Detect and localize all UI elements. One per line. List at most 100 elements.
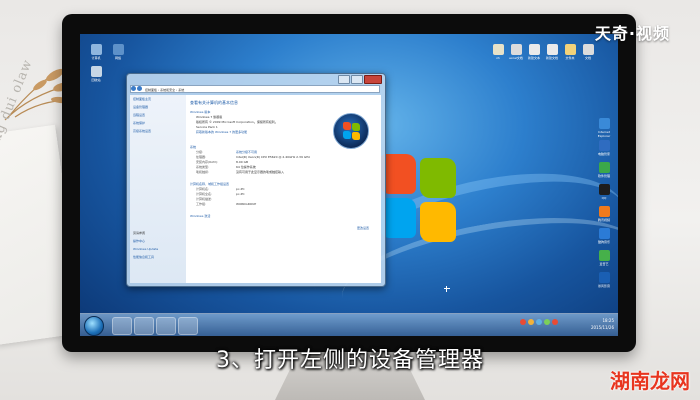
desktop-icon-right[interactable]: 软件管理 xyxy=(596,162,612,178)
window-body: 控制面板主页 设备管理器 远程设置 系统保护 高级系统设置 另请参阅 操作中心 … xyxy=(130,95,381,283)
desktop-icon-label: QQ xyxy=(601,196,607,200)
desktop-icon-right[interactable]: 腾讯视频 xyxy=(596,206,612,222)
activation-title: Windows 激活 xyxy=(190,214,211,218)
see-also-item[interactable]: Windows Update xyxy=(130,245,186,253)
row-value: 没有可用于此显示器的笔或触控输入 xyxy=(236,170,285,174)
desktop-icon-label: zh xyxy=(496,56,500,60)
desktop-icon-label: 软件管理 xyxy=(597,174,610,178)
desktop-icon-label: 新建文档 xyxy=(545,56,558,60)
window-titlebar[interactable] xyxy=(127,74,385,84)
desktop-icon-top[interactable]: 新建文档 xyxy=(544,44,560,60)
desktop-icon-label: 爱奇艺 xyxy=(599,262,609,266)
desktop-icon-label: 文件夹 xyxy=(565,56,575,60)
row-key: 处理器: xyxy=(196,155,207,159)
desktop-icon-right[interactable]: QQ xyxy=(596,184,612,200)
sidebar-item-advanced[interactable]: 高级系统设置 xyxy=(130,127,186,135)
system-row: 安装内存(RAM): 8.00 GB xyxy=(190,160,381,164)
row-value: Intel(R) Xeon(R) CPU E5620 @ 2.40GHz 2.3… xyxy=(236,155,310,159)
see-also-item[interactable]: 性能信息和工具 xyxy=(130,253,186,261)
pc-manager-icon xyxy=(598,140,610,151)
close-button[interactable] xyxy=(364,75,382,84)
storm-player-icon xyxy=(598,272,610,283)
desktop-icon-label: 暴风影音 xyxy=(597,284,610,288)
see-also-item[interactable]: 操作中心 xyxy=(130,237,186,245)
desktop-screen: 计算机 网络 回收站 zh excel文档 新建文本 新建文档 文件夹 文档 I… xyxy=(80,34,618,336)
taskbar-app-control-panel[interactable] xyxy=(178,317,198,335)
row-key: 计算机全名: xyxy=(196,192,213,196)
system-row: 系统类型: 64 位操作系统 xyxy=(190,165,381,169)
row-key: 系统类型: xyxy=(196,165,210,169)
desktop-icon-label: 文档 xyxy=(584,56,591,60)
desktop-icon-top[interactable]: 文件夹 xyxy=(562,44,578,60)
nav-arrows xyxy=(131,86,142,91)
back-icon[interactable] xyxy=(131,86,136,91)
system-row: 笔和触摸: 没有可用于此显示器的笔或触控输入 xyxy=(190,170,381,174)
start-button[interactable] xyxy=(84,316,104,336)
taskbar-app-ie[interactable] xyxy=(112,317,132,335)
network-icon xyxy=(112,44,124,55)
desktop-icon-label: Internet Explorer xyxy=(597,130,611,138)
system-properties-window[interactable]: 控制面板 › 系统和安全 › 系统 控制面板主页 设备管理器 远程设置 系统保护… xyxy=(126,73,386,287)
document-icon xyxy=(492,44,504,55)
document-icon xyxy=(582,44,594,55)
ie-icon xyxy=(598,118,610,129)
row-key: 计算机描述: xyxy=(196,197,213,201)
change-settings-link[interactable]: 更改设置 xyxy=(357,226,369,230)
clock[interactable]: 18:25 2015/11/26 xyxy=(534,317,614,333)
folder-icon xyxy=(564,44,576,55)
desktop-icon-recycle-bin[interactable]: 回收站 xyxy=(88,66,104,82)
desktop-icon-network[interactable]: 网络 xyxy=(110,44,126,60)
row-value[interactable]: 系统分级不可用 xyxy=(236,150,257,154)
address-bar[interactable]: 控制面板 › 系统和安全 › 系统 xyxy=(130,85,380,93)
qq-icon xyxy=(598,184,610,195)
sidebar-item-protection[interactable]: 系统保护 xyxy=(130,119,186,127)
subtitle-caption: 3、打开左侧的设备管理器 xyxy=(216,348,484,373)
desktop-icon-top[interactable]: zh xyxy=(490,44,506,60)
sidebar: 控制面板主页 设备管理器 远程设置 系统保护 高级系统设置 另请参阅 操作中心 … xyxy=(130,95,186,283)
row-value: 64 位操作系统 xyxy=(236,165,256,169)
desktop-icon-top[interactable]: excel文档 xyxy=(508,44,524,60)
sidebar-item-remote[interactable]: 远程设置 xyxy=(130,111,186,119)
windows-flag-wallpaper xyxy=(380,154,460,244)
computer-icon xyxy=(90,44,102,55)
desktop-icon-right[interactable]: 电脑管家 xyxy=(596,140,612,156)
iqiyi-icon xyxy=(598,250,610,261)
mouse-cursor-icon xyxy=(444,286,450,292)
content-pane: 查看有关计算机的基本信息 Windows 版本 Windows 7 旗舰版 版权… xyxy=(190,95,381,283)
computer-title: 计算机名称、域和工作组设置 xyxy=(190,182,230,186)
taskbar-app-explorer[interactable] xyxy=(134,317,154,335)
desktop-icon-top[interactable]: 文档 xyxy=(580,44,596,60)
document-icon xyxy=(510,44,522,55)
row-value: 8.00 GB xyxy=(236,160,249,164)
software-icon xyxy=(598,162,610,173)
sidebar-item-home[interactable]: 控制面板主页 xyxy=(130,95,186,103)
forward-icon[interactable] xyxy=(137,86,142,91)
computer-row: 计算机名: pc-PC xyxy=(190,187,381,191)
desktop-icon-label: 酷狗音乐 xyxy=(597,240,610,244)
row-value: pc-PC xyxy=(236,192,245,196)
video-icon xyxy=(598,206,610,217)
desktop-icon-right[interactable]: Internet Explorer xyxy=(596,118,612,138)
row-key: 计算机名: xyxy=(196,187,210,191)
see-also-title: 另请参阅 xyxy=(133,231,146,235)
tray-icon[interactable] xyxy=(520,319,526,325)
document-icon xyxy=(528,44,540,55)
minimize-button[interactable] xyxy=(338,75,350,84)
row-key: 分级: xyxy=(196,150,204,154)
watermark: 湖南龙网 xyxy=(610,369,690,393)
desktop-icon-right[interactable]: 暴风影音 xyxy=(596,272,612,288)
desktop-icon-top[interactable]: 新建文本 xyxy=(526,44,542,60)
document-icon xyxy=(546,44,558,55)
desktop-icon-right[interactable]: 酷狗音乐 xyxy=(596,228,612,244)
desktop-icon-right[interactable]: 爱奇艺 xyxy=(596,250,612,266)
clock-date: 2015/11/26 xyxy=(590,325,614,330)
taskbar-app-media[interactable] xyxy=(156,317,176,335)
desktop-icon-computer[interactable]: 计算机 xyxy=(88,44,104,60)
sidebar-item-device-manager[interactable]: 设备管理器 xyxy=(130,103,186,111)
windows-logo-icon xyxy=(333,113,369,149)
monitor: 计算机 网络 回收站 zh excel文档 新建文本 新建文档 文件夹 文档 I… xyxy=(62,14,636,352)
maximize-button[interactable] xyxy=(351,75,363,84)
row-key: 安装内存(RAM): xyxy=(196,160,218,164)
row-value: pc-PC xyxy=(236,187,245,191)
brand-logo: 天奇·视频 xyxy=(594,24,670,43)
